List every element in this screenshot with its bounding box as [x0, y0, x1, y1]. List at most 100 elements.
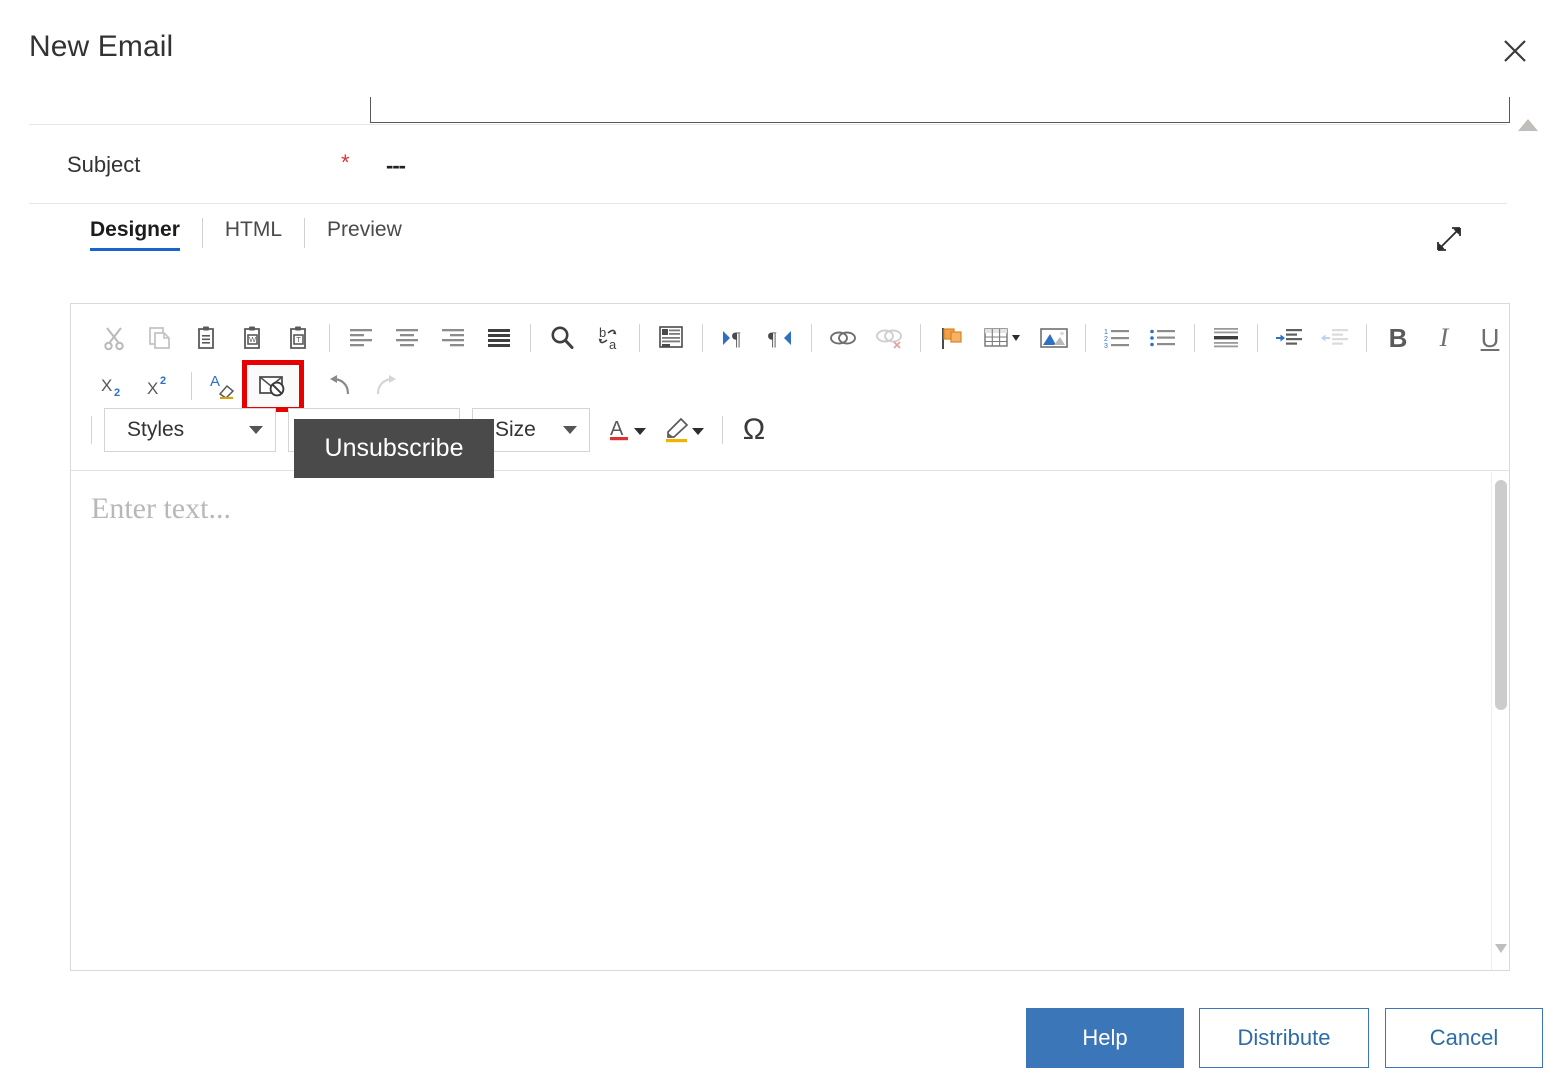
bulleted-list-button[interactable]	[1140, 315, 1186, 361]
justify-button[interactable]	[476, 315, 522, 361]
svg-text:¶: ¶	[768, 329, 777, 350]
dialog-scroll-up-button[interactable]	[1518, 118, 1538, 136]
redo-button[interactable]	[363, 363, 409, 409]
distribute-button-label: Distribute	[1237, 1025, 1331, 1050]
toolbar-divider	[191, 372, 192, 400]
svg-text:T: T	[296, 335, 301, 344]
redo-icon	[376, 375, 396, 395]
replace-icon: b a	[598, 325, 617, 352]
text-direction-rtl-icon: ¶	[768, 329, 791, 350]
chevron-down-icon	[249, 426, 263, 434]
text-direction-ltr-button[interactable]: ¶	[711, 315, 757, 361]
svg-text:W: W	[249, 335, 257, 344]
tab-html[interactable]: HTML	[203, 214, 304, 254]
editor-scrollbar-thumb[interactable]	[1495, 480, 1507, 710]
align-left-button[interactable]	[338, 315, 384, 361]
page-title: New Email	[29, 30, 174, 63]
editor-placeholder: Enter text...	[91, 492, 231, 525]
svg-text:X: X	[101, 376, 112, 395]
bold-icon: B	[1388, 322, 1408, 353]
unlink-button[interactable]	[866, 315, 912, 361]
rich-text-editor: W T b a ¶ ¶ 1 2 3 B I U X 2 X 2 A Styles…	[70, 303, 1510, 971]
find-button[interactable]	[539, 315, 585, 361]
justify-icon	[488, 329, 510, 347]
required-marker: *	[341, 150, 350, 175]
underline-button[interactable]: U	[1467, 315, 1509, 361]
subscript-icon: X 2	[101, 376, 120, 399]
replace-button[interactable]: b a	[585, 315, 631, 361]
paste-as-plain-text-button[interactable]: T	[275, 315, 321, 361]
unsubscribe-icon	[259, 376, 285, 397]
distribute-button[interactable]: Distribute	[1199, 1008, 1369, 1068]
remove-format-button[interactable]: A	[200, 363, 246, 409]
toolbar-divider	[1257, 324, 1258, 352]
tab-designer[interactable]: Designer	[86, 214, 202, 254]
svg-text:2: 2	[1104, 336, 1108, 343]
dialog-header: New Email	[0, 0, 1560, 112]
subject-value[interactable]: ---	[386, 153, 406, 179]
help-button[interactable]: Help	[1026, 1008, 1184, 1068]
superscript-button[interactable]: X 2	[137, 363, 183, 409]
undo-button[interactable]	[317, 363, 363, 409]
bold-button[interactable]: B	[1375, 315, 1421, 361]
svg-text:1: 1	[1104, 329, 1108, 336]
dialog-scrollbar[interactable]	[1518, 118, 1542, 968]
styles-dropdown[interactable]: Styles	[104, 408, 276, 452]
size-dropdown-value: Size	[495, 418, 536, 441]
table-button[interactable]	[975, 315, 1031, 361]
subscript-button[interactable]: X 2	[91, 363, 137, 409]
link-button[interactable]	[820, 315, 866, 361]
align-center-button[interactable]	[384, 315, 430, 361]
horizontal-rule-button[interactable]	[1203, 315, 1249, 361]
paste-button[interactable]	[183, 315, 229, 361]
omega-icon: Ω	[742, 413, 766, 446]
toolbar-divider	[920, 324, 921, 352]
special-character-button[interactable]: Ω	[731, 407, 777, 453]
highlight-color-icon	[666, 417, 704, 443]
highlight-color-button[interactable]	[658, 407, 714, 453]
tab-list: Designer HTML Preview	[86, 214, 424, 254]
toolbar-divider	[530, 324, 531, 352]
text-color-button[interactable]: A	[602, 407, 658, 453]
svg-text:b: b	[599, 325, 606, 340]
svg-text:¶: ¶	[732, 329, 741, 350]
anchor-button[interactable]	[929, 315, 975, 361]
cut-button[interactable]	[91, 315, 137, 361]
indent-button[interactable]	[1266, 315, 1312, 361]
align-right-button[interactable]	[430, 315, 476, 361]
editor-content-area[interactable]: Enter text...	[71, 472, 1509, 970]
toolbar-divider	[811, 324, 812, 352]
subject-row: Subject * ---	[29, 124, 1507, 204]
editor-scroll-down-button[interactable]	[1495, 940, 1507, 958]
align-center-icon	[396, 329, 418, 347]
close-button[interactable]	[1492, 28, 1538, 74]
text-direction-rtl-button[interactable]: ¶	[757, 315, 803, 361]
image-button[interactable]	[1031, 315, 1077, 361]
svg-text:A: A	[210, 373, 220, 390]
italic-icon: I	[1439, 323, 1449, 352]
horizontal-rule-icon	[1214, 328, 1238, 348]
align-right-icon	[442, 329, 464, 347]
paste-from-word-button[interactable]: W	[229, 315, 275, 361]
outdent-button[interactable]	[1312, 315, 1358, 361]
numbered-list-button[interactable]: 1 2 3	[1094, 315, 1140, 361]
image-icon	[1040, 328, 1068, 348]
find-icon	[551, 326, 574, 349]
copy-button[interactable]	[137, 315, 183, 361]
toolbar-divider	[1085, 324, 1086, 352]
editor-scrollbar[interactable]	[1491, 472, 1509, 970]
toolbar-row-2: X 2 X 2 A	[91, 360, 409, 412]
indent-icon	[1276, 329, 1302, 345]
cancel-button[interactable]: Cancel	[1385, 1008, 1543, 1068]
unsubscribe-button[interactable]	[242, 360, 304, 412]
italic-button[interactable]: I	[1421, 315, 1467, 361]
editor-tabbar: Designer HTML Preview	[29, 214, 1507, 276]
partial-field-above-subject[interactable]	[370, 97, 1510, 123]
editor-toolbar: W T b a ¶ ¶ 1 2 3 B I U X 2 X 2 A Styles…	[71, 304, 1509, 471]
select-all-button[interactable]	[648, 315, 694, 361]
superscript-icon: X 2	[147, 375, 166, 398]
numbered-list-icon: 1 2 3	[1104, 329, 1129, 350]
tab-preview[interactable]: Preview	[305, 214, 424, 254]
text-color-icon: A	[610, 418, 646, 441]
expand-editor-button[interactable]	[1427, 220, 1471, 260]
